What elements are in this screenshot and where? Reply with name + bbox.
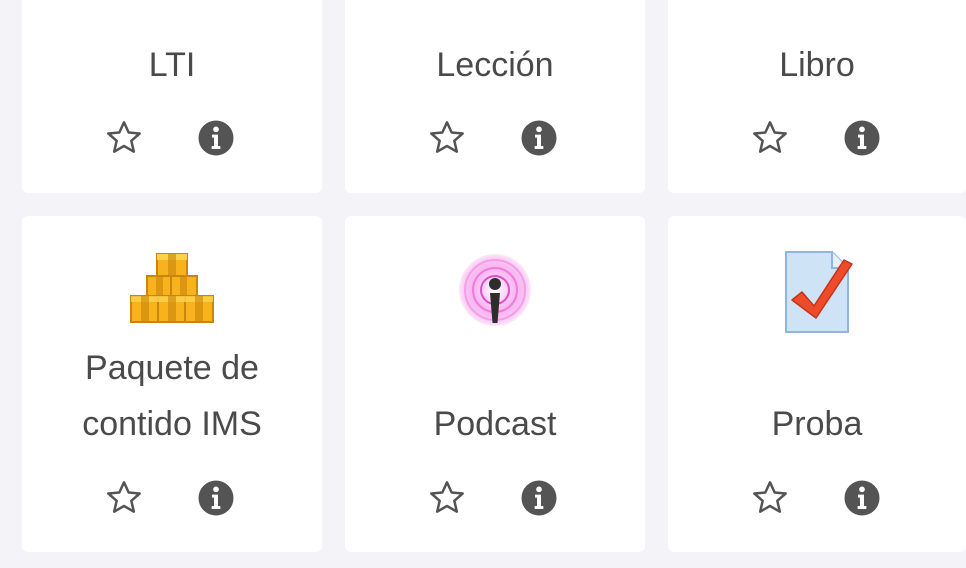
star-icon[interactable] <box>750 478 790 518</box>
info-icon[interactable] <box>196 118 236 158</box>
quiz-icon <box>785 251 853 333</box>
module-card-ims-package[interactable]: Paquete de contido IMS <box>22 216 322 552</box>
activity-chooser-grid: LTI Lección Libro Paquete de contido IMS… <box>0 0 966 568</box>
module-actions <box>345 478 645 522</box>
module-actions <box>22 478 322 522</box>
module-name: LTI <box>148 46 196 84</box>
module-name: Podcast <box>433 405 557 443</box>
ims-package-icon <box>130 253 214 323</box>
module-name: Libro <box>779 46 855 84</box>
module-card-lti[interactable]: LTI <box>22 0 322 193</box>
star-icon[interactable] <box>104 478 144 518</box>
info-icon[interactable] <box>842 478 882 518</box>
module-name: Lección <box>436 46 554 84</box>
star-icon[interactable] <box>750 118 790 158</box>
podcast-icon <box>459 254 531 326</box>
module-actions <box>668 478 966 522</box>
module-card-podcast[interactable]: Podcast <box>345 216 645 552</box>
module-actions <box>668 118 966 162</box>
star-icon[interactable] <box>427 478 467 518</box>
module-name: Proba <box>771 405 863 443</box>
module-card-proba[interactable]: Proba <box>668 216 966 552</box>
star-icon[interactable] <box>104 118 144 158</box>
module-name: Paquete de contido IMS <box>82 349 262 443</box>
module-actions <box>345 118 645 162</box>
module-actions <box>22 118 322 162</box>
info-icon[interactable] <box>519 478 559 518</box>
module-card-leccion[interactable]: Lección <box>345 0 645 193</box>
info-icon[interactable] <box>519 118 559 158</box>
module-card-libro[interactable]: Libro <box>668 0 966 193</box>
info-icon[interactable] <box>196 478 236 518</box>
star-icon[interactable] <box>427 118 467 158</box>
info-icon[interactable] <box>842 118 882 158</box>
